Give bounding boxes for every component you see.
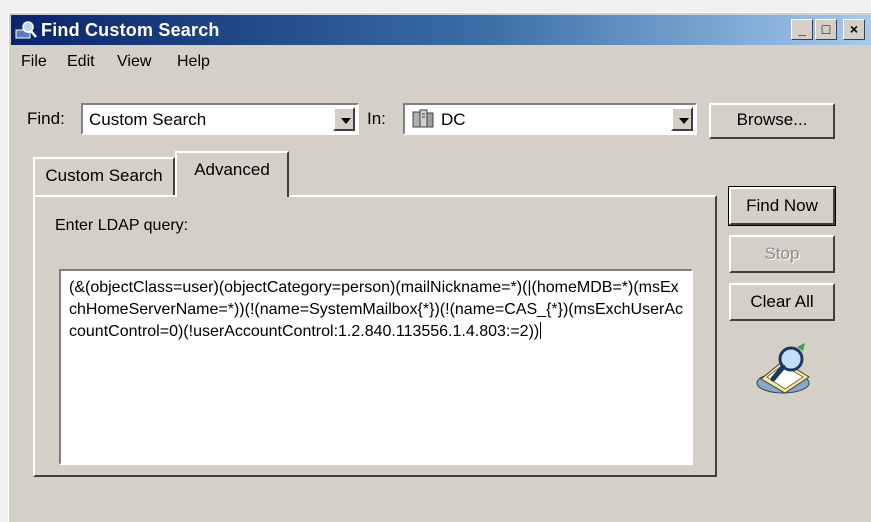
- search-animation-icon: [756, 343, 810, 394]
- find-dialog-window: Find Custom Search _ □ × File Edit View …: [8, 12, 871, 522]
- close-button[interactable]: ×: [843, 19, 865, 40]
- find-dropdown-arrow-icon[interactable]: [333, 107, 355, 131]
- ldap-query-text: (&(objectClass=user)(objectCategory=pers…: [69, 279, 683, 340]
- ldap-query-textarea[interactable]: (&(objectClass=user)(objectCategory=pers…: [59, 269, 693, 465]
- search-directory-icon: [15, 21, 37, 39]
- menu-help[interactable]: Help: [177, 53, 210, 71]
- find-combobox-value: Custom Search: [89, 110, 207, 129]
- in-combobox-value: DC: [441, 110, 466, 129]
- menu-edit[interactable]: Edit: [67, 53, 95, 71]
- title-bar[interactable]: Find Custom Search _ □ ×: [11, 15, 871, 45]
- browse-button[interactable]: Browse...: [709, 103, 835, 139]
- tab-advanced[interactable]: Advanced: [175, 151, 289, 197]
- domain-controller-icon: [412, 109, 434, 128]
- in-dropdown-arrow-icon[interactable]: [671, 107, 693, 131]
- in-combobox[interactable]: DC: [403, 103, 697, 135]
- find-now-button[interactable]: Find Now: [728, 186, 836, 226]
- find-combobox[interactable]: Custom Search: [81, 103, 359, 135]
- maximize-button[interactable]: □: [815, 19, 837, 40]
- find-label: Find:: [27, 109, 65, 128]
- menu-file[interactable]: File: [21, 53, 47, 71]
- ldap-query-label: Enter LDAP query:: [55, 217, 189, 234]
- in-label: In:: [367, 109, 386, 128]
- stop-button[interactable]: Stop: [729, 235, 835, 273]
- text-caret: [540, 322, 542, 339]
- minimize-button[interactable]: _: [791, 19, 813, 40]
- window-title: Find Custom Search: [41, 20, 220, 40]
- tab-custom-search[interactable]: Custom Search: [33, 157, 175, 195]
- menu-view[interactable]: View: [117, 53, 151, 71]
- clear-all-button[interactable]: Clear All: [729, 283, 835, 321]
